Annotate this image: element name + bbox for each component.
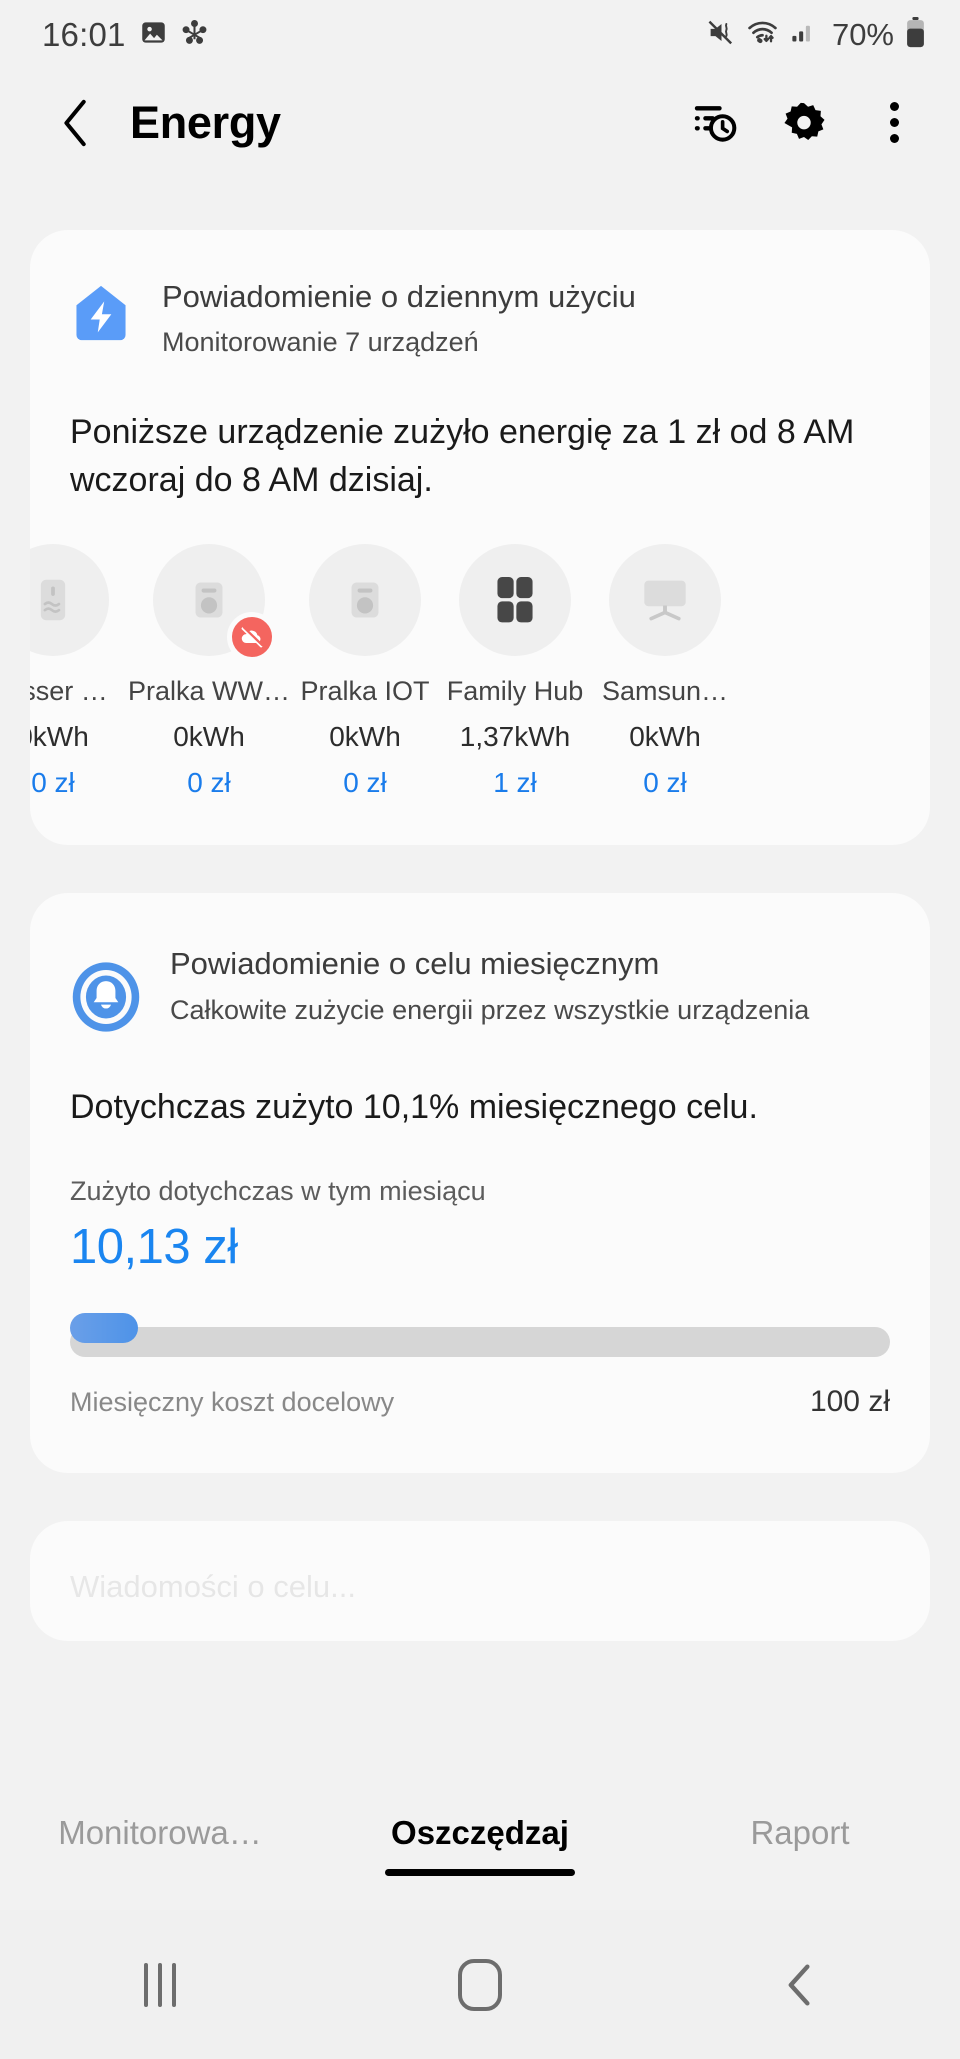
device-name: resser … — [30, 676, 128, 707]
settings-button[interactable] — [776, 95, 832, 151]
device-carousel[interactable]: resser … 0kWh 0 zł — [30, 544, 930, 799]
goal-card-header-texts: Powiadomienie o celu miesięcznym Całkowi… — [170, 945, 809, 1029]
recents-icon — [144, 1963, 176, 2007]
history-button[interactable] — [686, 95, 742, 151]
system-nav-bar — [0, 1910, 960, 2059]
daily-card-header: Powiadomienie o dziennym użyciu Monitoro… — [30, 230, 930, 360]
device-offline-badge — [227, 612, 277, 662]
daily-card-lead-text: Poniższe urządzenie zużyło energię za 1 … — [30, 360, 930, 505]
device-cost: 1 zł — [440, 767, 590, 799]
device-item[interactable]: Pralka WW… 0kWh 0 zł — [128, 544, 290, 799]
device-kwh: 0kWh — [290, 721, 440, 753]
device-item[interactable]: resser … 0kWh 0 zł — [30, 544, 128, 799]
washer-icon — [182, 573, 236, 627]
scroll-content[interactable]: Powiadomienie o dziennym użyciu Monitoro… — [0, 175, 960, 1910]
goal-spent-caption: Zużyto dotychczas w tym miesiącu — [30, 1132, 930, 1207]
device-avatar — [459, 544, 571, 656]
goal-progress-fill — [70, 1313, 138, 1343]
device-item[interactable]: Pralka IOT 0kWh 0 zł — [290, 544, 440, 799]
mute-vibrate-icon — [707, 18, 736, 52]
bell-icon — [70, 961, 142, 1038]
page-title: Energy — [130, 97, 281, 149]
battery-icon — [905, 17, 926, 53]
daily-card-header-texts: Powiadomienie o dziennym użyciu Monitoro… — [162, 278, 636, 360]
gear-icon — [781, 100, 827, 146]
tab-raport[interactable]: Raport — [640, 1814, 960, 1856]
device-cost: 0 zł — [590, 767, 740, 799]
battery-percent: 70% — [832, 17, 894, 53]
offline-icon — [239, 624, 265, 650]
back-button[interactable] — [48, 95, 104, 151]
tab-oszczedzaj[interactable]: Oszczędzaj — [320, 1814, 640, 1856]
device-cost: 0 zł — [128, 767, 290, 799]
goal-card-subtitle: Całkowite zużycie energii przez wszystki… — [170, 992, 809, 1029]
next-card-peek[interactable]: Wiadomości o celu... — [30, 1521, 930, 1641]
nav-recents-button[interactable] — [0, 1963, 320, 2007]
daily-usage-card[interactable]: Powiadomienie o dziennym użyciu Monitoro… — [30, 230, 930, 845]
nav-back-button[interactable] — [640, 1963, 960, 2007]
tv-icon — [636, 574, 694, 626]
device-name: Family Hub — [440, 676, 590, 707]
status-bar-right: 70% — [707, 17, 926, 53]
smartthings-icon — [181, 19, 208, 51]
goal-card-lead-text: Dotychczas zużyto 10,1% miesięcznego cel… — [30, 1038, 930, 1132]
device-name: Pralka WW… — [128, 676, 290, 707]
goal-card-title: Powiadomienie o celu miesięcznym — [170, 945, 809, 984]
image-icon — [140, 19, 167, 51]
overflow-menu-icon — [890, 134, 899, 143]
home-energy-icon — [70, 282, 132, 349]
washer-icon — [338, 573, 392, 627]
history-icon — [691, 100, 737, 146]
device-kwh: 0kWh — [30, 721, 128, 753]
device-name: Pralka IOT — [290, 676, 440, 707]
device-avatar — [609, 544, 721, 656]
next-card-title: Wiadomości o celu... — [70, 1569, 930, 1605]
status-clock: 16:01 — [42, 16, 126, 54]
goal-progress-bar — [70, 1313, 890, 1359]
device-item[interactable]: Family Hub 1,37kWh 1 zł — [440, 544, 590, 799]
overflow-menu-button[interactable] — [866, 95, 922, 151]
goal-target-row: Miesięczny koszt docelowy 100 zł — [30, 1359, 930, 1419]
back-icon — [785, 1963, 815, 2007]
phone-screen: 16:01 — [0, 0, 960, 2059]
signal-icon — [789, 19, 816, 51]
daily-card-subtitle: Monitorowanie 7 urządzeń — [162, 325, 636, 360]
device-cost: 0 zł — [290, 767, 440, 799]
device-avatar — [153, 544, 265, 656]
tab-bar: Monitorowa… Oszczędzaj Raport — [0, 1760, 960, 1910]
device-avatar — [309, 544, 421, 656]
daily-card-title: Powiadomienie o dziennym użyciu — [162, 278, 636, 317]
device-kwh: 0kWh — [128, 721, 290, 753]
tab-monitorowanie[interactable]: Monitorowa… — [0, 1814, 320, 1856]
chevron-left-icon — [58, 98, 94, 148]
device-cost: 0 zł — [30, 767, 128, 799]
device-name: Samsun… — [590, 676, 740, 707]
home-icon — [458, 1959, 502, 2011]
device-kwh: 0kWh — [590, 721, 740, 753]
wifi-icon — [747, 17, 778, 53]
nav-home-button[interactable] — [320, 1959, 640, 2011]
overflow-menu-icon — [890, 102, 899, 111]
monthly-goal-card[interactable]: Powiadomienie o celu miesięcznym Całkowi… — [30, 893, 930, 1473]
status-bar: 16:01 — [0, 0, 960, 70]
app-bar-actions — [686, 95, 922, 151]
goal-progress-track — [70, 1327, 890, 1357]
goal-spent-amount: 10,13 zł — [30, 1207, 930, 1275]
app-bar: Energy — [0, 70, 960, 175]
status-bar-left: 16:01 — [42, 16, 208, 54]
device-kwh: 1,37kWh — [440, 721, 590, 753]
device-avatar — [30, 544, 109, 656]
device-item[interactable]: Samsun… 0kWh 0 zł — [590, 544, 740, 799]
air-purifier-icon — [30, 573, 80, 627]
goal-card-header: Powiadomienie o celu miesięcznym Całkowi… — [30, 893, 930, 1038]
overflow-menu-icon — [890, 118, 899, 127]
goal-target-label: Miesięczny koszt docelowy — [70, 1387, 394, 1418]
goal-target-value: 100 zł — [810, 1385, 890, 1419]
fridge-icon — [491, 573, 539, 627]
